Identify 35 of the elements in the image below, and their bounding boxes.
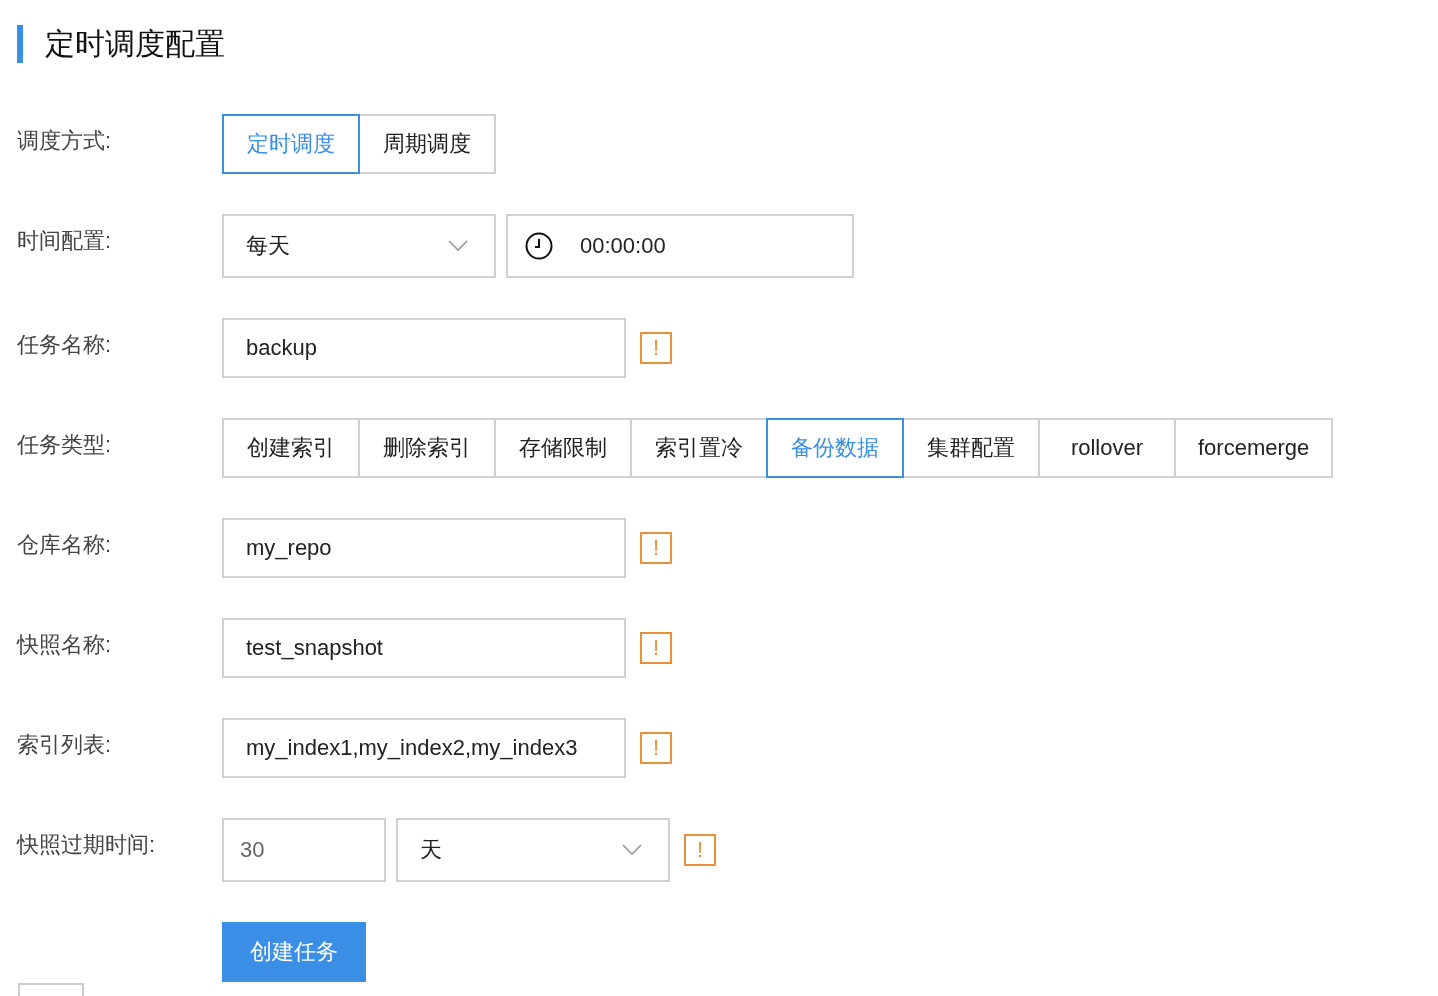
option-button[interactable]: 存储限制 — [494, 418, 632, 478]
input-field[interactable]: my_repo — [222, 518, 626, 578]
option-button[interactable]: forcemerge — [1174, 418, 1334, 478]
option-button[interactable]: 集群配置 — [902, 418, 1040, 478]
select-field[interactable]: 天 — [396, 818, 670, 882]
time-field[interactable]: 00:00:00 — [506, 214, 854, 278]
option-button[interactable]: 删除索引 — [358, 418, 496, 478]
warning-icon: ! — [640, 332, 672, 364]
form-label: 任务名称: — [17, 331, 113, 359]
input-field[interactable]: backup — [222, 318, 626, 378]
form-label: 仓库名称: — [17, 531, 113, 559]
section-title: 定时调度配置 — [45, 25, 225, 62]
input-field[interactable]: test_snapshot — [222, 618, 626, 678]
number-field[interactable]: 30 — [222, 818, 386, 882]
chevron-down-icon — [622, 844, 642, 856]
form-label: 索引列表: — [17, 731, 113, 759]
option-button[interactable]: 索引置冷 — [630, 418, 768, 478]
option-button[interactable]: rollover — [1038, 418, 1176, 478]
warning-icon: ! — [684, 834, 716, 866]
title-accent-bar — [17, 25, 23, 63]
option-button[interactable]: 创建索引 — [222, 418, 360, 478]
partial-field — [18, 983, 84, 996]
chevron-down-icon — [448, 240, 468, 252]
warning-icon: ! — [640, 732, 672, 764]
option-button[interactable]: 周期调度 — [358, 114, 496, 174]
warning-icon: ! — [640, 532, 672, 564]
warning-icon: ! — [640, 632, 672, 664]
input-field[interactable]: my_index1,my_index2,my_index3 — [222, 718, 626, 778]
select-field[interactable]: 每天 — [222, 214, 496, 278]
form-label: 快照名称: — [17, 631, 113, 659]
clock-icon — [524, 231, 554, 261]
form-label: 任务类型: — [17, 431, 113, 459]
form-label: 调度方式: — [17, 127, 113, 155]
form-label: 时间配置: — [17, 227, 113, 255]
form-label: 快照过期时间: — [17, 831, 157, 859]
